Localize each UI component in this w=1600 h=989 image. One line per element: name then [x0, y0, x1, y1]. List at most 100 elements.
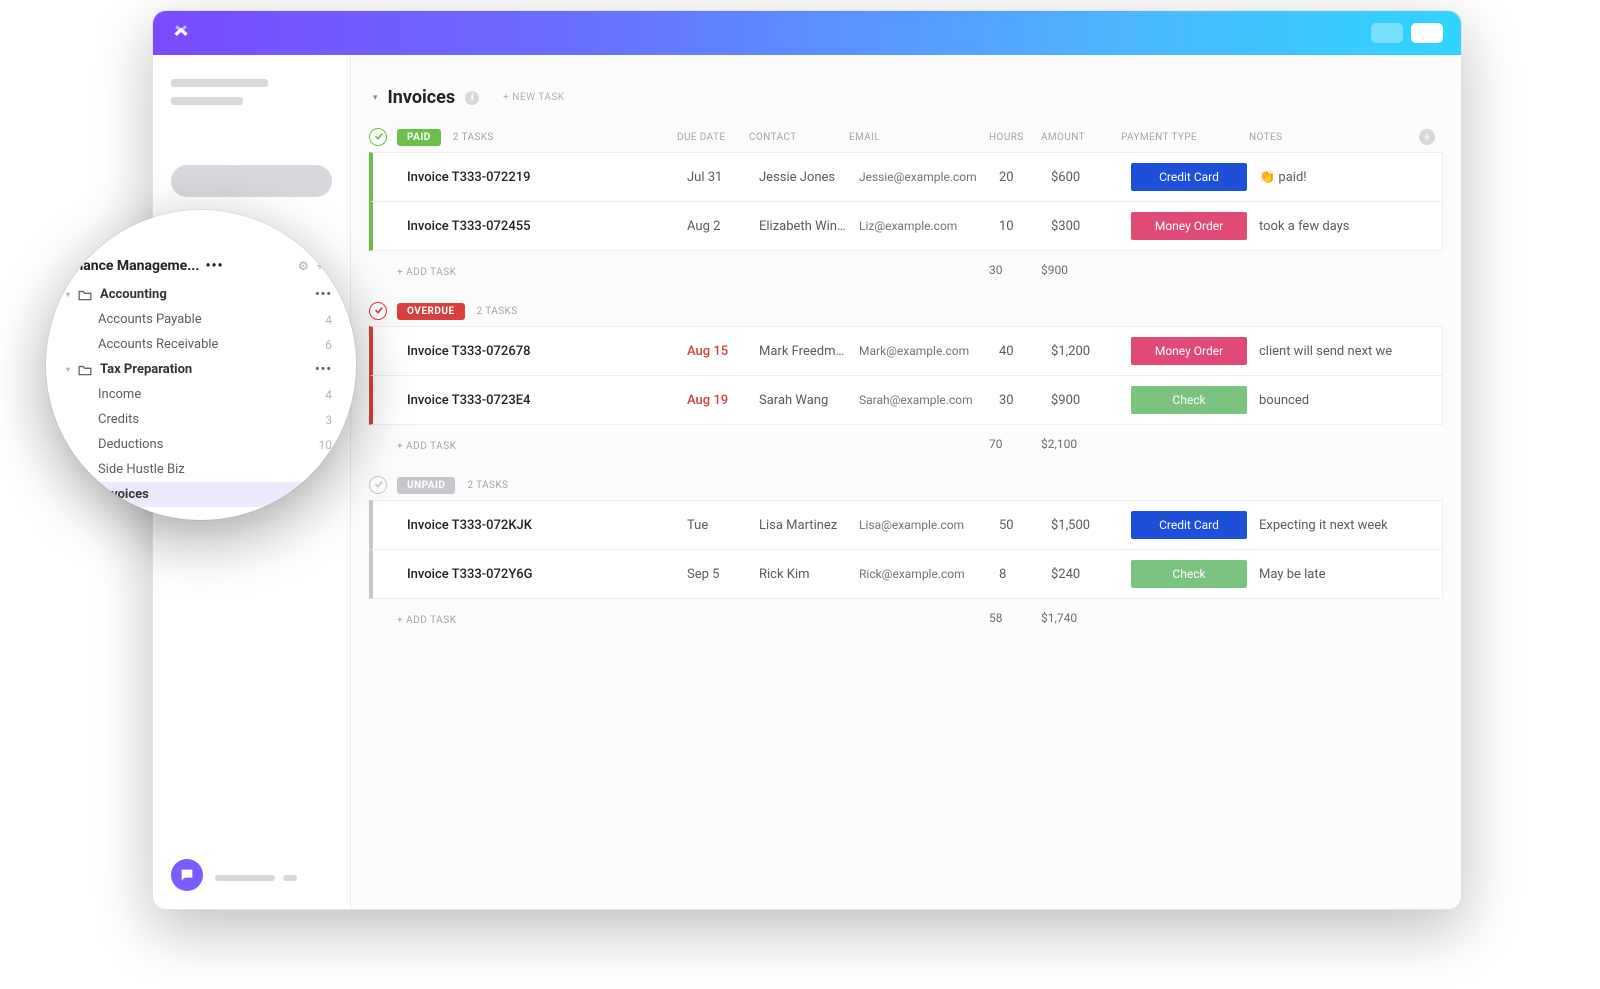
- cell-contact[interactable]: Sarah Wang: [753, 393, 853, 408]
- task-row[interactable]: Invoice T333-072678Aug 15Mark FreedmanMa…: [369, 326, 1443, 376]
- col-hours: HOURS: [989, 132, 1041, 143]
- payment-type-button[interactable]: Money Order: [1131, 212, 1247, 240]
- cell-due-date[interactable]: Sep 5: [681, 567, 753, 582]
- cell-due-date[interactable]: Aug 2: [681, 219, 753, 234]
- cell-due-date[interactable]: Aug 15: [681, 344, 753, 359]
- col-email: EMAIL: [849, 132, 989, 143]
- cell-email[interactable]: Liz@example.com: [853, 219, 993, 233]
- total-hours: 58: [989, 611, 1041, 625]
- payment-type-button[interactable]: Check: [1131, 386, 1247, 414]
- cell-hours[interactable]: 30: [993, 393, 1045, 408]
- status-pill[interactable]: OVERDUE: [397, 303, 465, 320]
- cell-hours[interactable]: 20: [993, 170, 1045, 185]
- payment-type-button[interactable]: Check: [1131, 560, 1247, 588]
- chevron-down-icon[interactable]: ▾: [66, 365, 70, 374]
- cell-hours[interactable]: 10: [993, 219, 1045, 234]
- task-row[interactable]: Invoice T333-0723E4Aug 19Sarah WangSarah…: [369, 376, 1443, 425]
- cell-contact[interactable]: Lisa Martinez: [753, 518, 853, 533]
- add-task-button[interactable]: + ADD TASK: [397, 605, 677, 630]
- cell-email[interactable]: Mark@example.com: [853, 344, 993, 358]
- folder-label: Tax Preparation: [100, 362, 192, 377]
- payment-type-button[interactable]: Credit Card: [1131, 163, 1247, 191]
- status-pill[interactable]: UNPAID: [397, 477, 455, 494]
- list-item-count: 4: [325, 388, 332, 402]
- chat-icon[interactable]: [171, 859, 203, 891]
- sidebar-list-item[interactable]: Deductions10: [64, 432, 338, 457]
- payment-type-button[interactable]: Credit Card: [1131, 511, 1247, 539]
- status-toggle-icon[interactable]: [369, 476, 387, 494]
- cell-amount[interactable]: $1,500: [1045, 518, 1125, 533]
- cell-contact[interactable]: Jessie Jones: [753, 170, 853, 185]
- task-row[interactable]: Invoice T333-072219Jul 31Jessie JonesJes…: [369, 152, 1443, 202]
- sidebar-search-input[interactable]: [171, 165, 332, 197]
- cell-amount[interactable]: $300: [1045, 219, 1125, 234]
- cell-notes[interactable]: bounced: [1253, 393, 1418, 408]
- group-footer: + ADD TASK70$2,100: [369, 425, 1443, 456]
- cell-email[interactable]: Lisa@example.com: [853, 518, 993, 532]
- cell-notes[interactable]: client will send next we: [1253, 344, 1418, 359]
- list-item-label: Accounts Payable: [98, 312, 202, 327]
- cell-hours[interactable]: 50: [993, 518, 1045, 533]
- cell-due-date[interactable]: Jul 31: [681, 170, 753, 185]
- sidebar-folder[interactable]: ▾Accounting•••: [64, 282, 338, 307]
- cell-amount[interactable]: $1,200: [1045, 344, 1125, 359]
- cell-contact[interactable]: Rick Kim: [753, 567, 853, 582]
- add-task-button[interactable]: + ADD TASK: [397, 431, 677, 456]
- new-task-button[interactable]: + NEW TASK: [503, 92, 564, 103]
- add-task-button[interactable]: + ADD TASK: [397, 257, 677, 282]
- info-icon[interactable]: i: [465, 91, 479, 105]
- cell-due-date[interactable]: Tue: [681, 518, 753, 533]
- space-header[interactable]: Finance Manageme... ••• ⚙ + ⌕: [64, 258, 338, 282]
- list-item-count: 4: [325, 313, 332, 327]
- sidebar-list-item[interactable]: Income4: [64, 382, 338, 407]
- cell-hours[interactable]: 8: [993, 567, 1045, 582]
- cell-contact[interactable]: Mark Freedman: [753, 344, 853, 359]
- cell-contact[interactable]: Elizabeth Wincheste: [753, 219, 853, 234]
- status-pill[interactable]: PAID: [397, 129, 441, 146]
- col-notes: NOTES: [1249, 132, 1419, 143]
- list-item-count: 3: [325, 413, 332, 427]
- status-toggle-icon[interactable]: [369, 302, 387, 320]
- cell-email[interactable]: Jessie@example.com: [853, 170, 993, 184]
- task-row[interactable]: Invoice T333-072KJKTueLisa MartinezLisa@…: [369, 500, 1443, 550]
- gear-icon[interactable]: ⚙: [298, 259, 309, 274]
- cell-notes[interactable]: Expecting it next week: [1253, 518, 1418, 533]
- collapse-icon[interactable]: ▾: [373, 93, 378, 103]
- cell-email[interactable]: Rick@example.com: [853, 567, 993, 581]
- task-name: Invoice T333-072678: [401, 344, 681, 359]
- cell-due-date[interactable]: Aug 19: [681, 393, 753, 408]
- cell-hours[interactable]: 40: [993, 344, 1045, 359]
- sidebar-list-item[interactable]: Credits3: [64, 407, 338, 432]
- add-column-icon[interactable]: +: [1419, 129, 1435, 145]
- cell-amount[interactable]: $240: [1045, 567, 1125, 582]
- cell-notes[interactable]: 👏 paid!: [1253, 170, 1418, 185]
- status-toggle-icon[interactable]: [369, 128, 387, 146]
- cell-email[interactable]: Sarah@example.com: [853, 393, 993, 407]
- chevron-down-icon[interactable]: ▾: [66, 490, 70, 499]
- folder-more-icon[interactable]: •••: [315, 287, 332, 302]
- cell-amount[interactable]: $600: [1045, 170, 1125, 185]
- payment-type-button[interactable]: Money Order: [1131, 337, 1247, 365]
- task-row[interactable]: Invoice T333-072455Aug 2Elizabeth Winche…: [369, 202, 1443, 251]
- col-contact: CONTACT: [749, 132, 849, 143]
- task-count: 2 TASKS: [477, 306, 518, 317]
- total-hours: 30: [989, 263, 1041, 277]
- cell-notes[interactable]: May be late: [1253, 567, 1418, 582]
- total-amount: $900: [1041, 263, 1121, 277]
- sidebar-list-item[interactable]: Side Hustle Biz6: [64, 457, 338, 482]
- sidebar-list-item[interactable]: Accounts Payable 4: [64, 307, 338, 332]
- space-title: Finance Manageme...: [64, 258, 199, 274]
- chevron-down-icon[interactable]: ▾: [66, 290, 70, 299]
- space-more-icon[interactable]: •••: [205, 258, 223, 274]
- topbar-action-2[interactable]: [1411, 23, 1443, 43]
- cell-notes[interactable]: took a few days: [1253, 219, 1418, 234]
- sidebar-folder[interactable]: ▾ Tax Preparation •••: [64, 357, 338, 382]
- folder-more-icon[interactable]: •••: [315, 362, 332, 377]
- topbar-action-1[interactable]: [1371, 23, 1403, 43]
- cell-amount[interactable]: $900: [1045, 393, 1125, 408]
- group-header: UNPAID2 TASKS: [369, 470, 1443, 500]
- task-row[interactable]: Invoice T333-072Y6GSep 5Rick KimRick@exa…: [369, 550, 1443, 599]
- task-name: Invoice T333-072219: [401, 170, 681, 185]
- sidebar-list-item[interactable]: Accounts Receivable6: [64, 332, 338, 357]
- total-hours: 70: [989, 437, 1041, 451]
